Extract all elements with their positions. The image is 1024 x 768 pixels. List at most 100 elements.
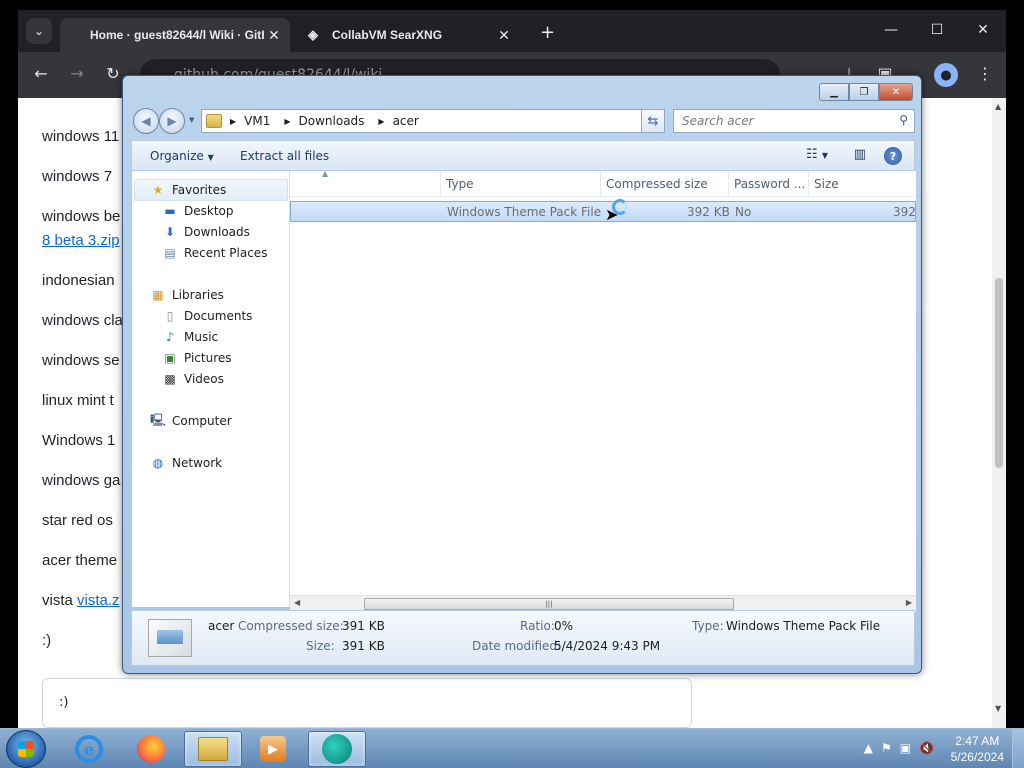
column-compressed-size[interactable]: Compressed size bbox=[606, 177, 708, 191]
menu-kebab-icon[interactable]: ⋮ bbox=[974, 64, 996, 86]
taskbar-media-player[interactable]: ▶ bbox=[244, 731, 302, 767]
nav-libraries[interactable]: ▦ Libraries bbox=[132, 285, 224, 305]
scrollbar-thumb[interactable] bbox=[995, 278, 1003, 468]
tab-searxng[interactable]: ◈ CollabVM SearXNG ✕ bbox=[300, 18, 520, 52]
back-arrow-icon[interactable]: ← bbox=[30, 64, 52, 86]
column-separator[interactable] bbox=[808, 171, 809, 197]
wiki-line: linux mint t bbox=[42, 392, 114, 409]
documents-icon: ▯ bbox=[166, 309, 174, 323]
column-password[interactable]: Password ... bbox=[734, 177, 805, 191]
details-file-name: acer bbox=[208, 619, 235, 633]
action-center-flag-icon[interactable]: ⚑ bbox=[881, 741, 892, 755]
column-size[interactable]: Size bbox=[814, 177, 839, 191]
tab-close-icon[interactable]: ✕ bbox=[264, 27, 284, 44]
close-icon[interactable]: ✕ bbox=[960, 10, 1006, 50]
nav-downloads[interactable]: ⬇ Downloads bbox=[132, 222, 250, 242]
nav-desktop[interactable]: ▬ Desktop bbox=[132, 201, 234, 221]
network-status-icon[interactable]: ▣ bbox=[900, 741, 911, 755]
breadcrumb-acer[interactable]: acer bbox=[393, 114, 419, 128]
clock-date: 5/26/2024 bbox=[950, 750, 1004, 764]
organize-button[interactable]: Organize ▼ bbox=[150, 149, 214, 163]
breadcrumb-arrow-icon[interactable]: ▶ bbox=[284, 117, 290, 126]
nav-label: Pictures bbox=[184, 351, 232, 365]
nav-pictures[interactable]: ▣ Pictures bbox=[132, 348, 232, 368]
start-button[interactable] bbox=[6, 730, 46, 768]
page-scrollbar[interactable]: ▲ ▼ bbox=[992, 98, 1006, 728]
tab-close-icon[interactable]: ✕ bbox=[494, 27, 514, 44]
recent-places-icon: ▤ bbox=[164, 246, 176, 260]
wiki-line: star red os bbox=[42, 512, 113, 529]
new-tab-plus-icon[interactable]: + bbox=[540, 22, 555, 43]
breadcrumb-vm1[interactable]: VM1 bbox=[244, 114, 270, 128]
collabvm-icon bbox=[322, 734, 352, 764]
nav-favorites[interactable]: ★ Favorites bbox=[132, 180, 227, 200]
help-icon[interactable]: ? bbox=[884, 147, 902, 165]
column-separator[interactable] bbox=[600, 171, 601, 197]
taskbar-collabvm[interactable] bbox=[308, 731, 366, 767]
wiki-link[interactable]: 8 beta 3.zip bbox=[42, 232, 120, 249]
wiki-link[interactable]: vista.z bbox=[77, 592, 120, 609]
search-input[interactable]: Search acer ⚲ bbox=[673, 109, 915, 133]
back-arrow-icon[interactable]: ◀ bbox=[133, 108, 159, 134]
show-hidden-icons-icon[interactable]: ▲ bbox=[864, 741, 873, 755]
wiki-line: :) bbox=[42, 632, 52, 649]
breadcrumb-arrow-icon[interactable]: ▶ bbox=[230, 117, 236, 126]
table-row[interactable]: Windows Theme Pack File 392 KB No 392 bbox=[290, 201, 916, 222]
view-options-icon[interactable]: ☷ ▼ bbox=[806, 147, 828, 162]
column-type[interactable]: Type bbox=[446, 177, 474, 191]
nav-computer[interactable]: 🖳 Computer bbox=[132, 411, 232, 431]
minimize-icon[interactable]: ▁ bbox=[819, 83, 849, 101]
column-separator[interactable] bbox=[728, 171, 729, 197]
scrollbar-thumb[interactable]: ||| bbox=[364, 598, 734, 610]
column-separator[interactable] bbox=[440, 171, 441, 197]
desktop-icon: ▬ bbox=[164, 204, 176, 218]
restore-icon[interactable]: ❐ bbox=[849, 83, 879, 101]
scroll-down-icon[interactable]: ▼ bbox=[995, 704, 1001, 713]
nav-documents[interactable]: ▯ Documents bbox=[132, 306, 253, 326]
scroll-left-icon[interactable]: ◀ bbox=[294, 598, 300, 607]
file-list-pane: ▲ Type Compressed size Password ... Size… bbox=[290, 169, 916, 612]
nav-label: Desktop bbox=[184, 204, 234, 218]
refresh-icon[interactable]: ⇆ bbox=[641, 109, 665, 133]
breadcrumb-arrow-icon[interactable]: ▶ bbox=[378, 117, 384, 126]
search-icon[interactable]: ⚲ bbox=[899, 113, 908, 127]
minimize-icon[interactable]: — bbox=[868, 10, 914, 50]
profile-avatar-icon[interactable]: ● bbox=[934, 63, 958, 87]
libraries-icon: ▦ bbox=[152, 288, 164, 302]
preview-pane-icon[interactable]: ▥ bbox=[854, 147, 866, 162]
reload-icon[interactable]: ↻ bbox=[102, 64, 124, 86]
nav-videos[interactable]: ▩ Videos bbox=[132, 369, 224, 389]
tab-title: Home · guest82644/l Wiki · GitHub bbox=[90, 28, 264, 42]
tab-search-chevron-icon[interactable]: ⌄ bbox=[26, 18, 52, 44]
details-pane: acer Compressed size: 391 KB Size: 391 K… bbox=[131, 610, 915, 666]
cell-size: 392 bbox=[893, 205, 916, 219]
nav-recent-places[interactable]: ▤ Recent Places bbox=[132, 243, 267, 263]
command-bar: Organize ▼ Extract all files ☷ ▼ ▥ ? bbox=[131, 140, 915, 170]
scroll-right-icon[interactable]: ▶ bbox=[906, 598, 912, 607]
forward-arrow-icon[interactable]: ▶ bbox=[159, 108, 185, 134]
wiki-line: acer theme bbox=[42, 552, 118, 569]
breadcrumb-address-bar[interactable]: ▶VM1 ▶Downloads ▶acer ▼ bbox=[201, 109, 665, 133]
breadcrumb-downloads[interactable]: Downloads bbox=[299, 114, 365, 128]
details-compressed-value: 391 KB bbox=[342, 619, 385, 633]
tab-github-wiki[interactable]: Home · guest82644/l Wiki · GitHub ✕ bbox=[60, 18, 290, 52]
network-icon: ◍ bbox=[152, 456, 164, 470]
scroll-up-icon[interactable]: ▲ bbox=[995, 102, 1001, 111]
forward-arrow-icon[interactable]: → bbox=[66, 64, 88, 86]
taskbar-windows-explorer[interactable] bbox=[184, 731, 242, 767]
comment-box: :) bbox=[42, 678, 692, 728]
mouse-pointer-icon: ➤ bbox=[605, 205, 619, 224]
taskbar-firefox[interactable] bbox=[122, 731, 180, 767]
recent-pages-dropdown-icon[interactable]: ▼ bbox=[189, 116, 194, 124]
nav-network[interactable]: ◍ Network bbox=[132, 453, 222, 473]
maximize-icon[interactable]: ☐ bbox=[914, 10, 960, 50]
close-icon[interactable]: ✕ bbox=[879, 83, 913, 101]
clock[interactable]: 2:47 AM 5/26/2024 bbox=[951, 733, 1004, 765]
show-desktop-button[interactable] bbox=[1012, 729, 1024, 768]
extract-all-button[interactable]: Extract all files bbox=[240, 149, 329, 163]
clock-time: 2:47 AM bbox=[955, 734, 1000, 748]
taskbar-internet-explorer[interactable]: e bbox=[60, 731, 118, 767]
nav-music[interactable]: ♪ Music bbox=[132, 327, 218, 347]
pictures-icon: ▣ bbox=[164, 351, 176, 365]
volume-muted-icon[interactable]: 🔇 bbox=[919, 741, 934, 755]
